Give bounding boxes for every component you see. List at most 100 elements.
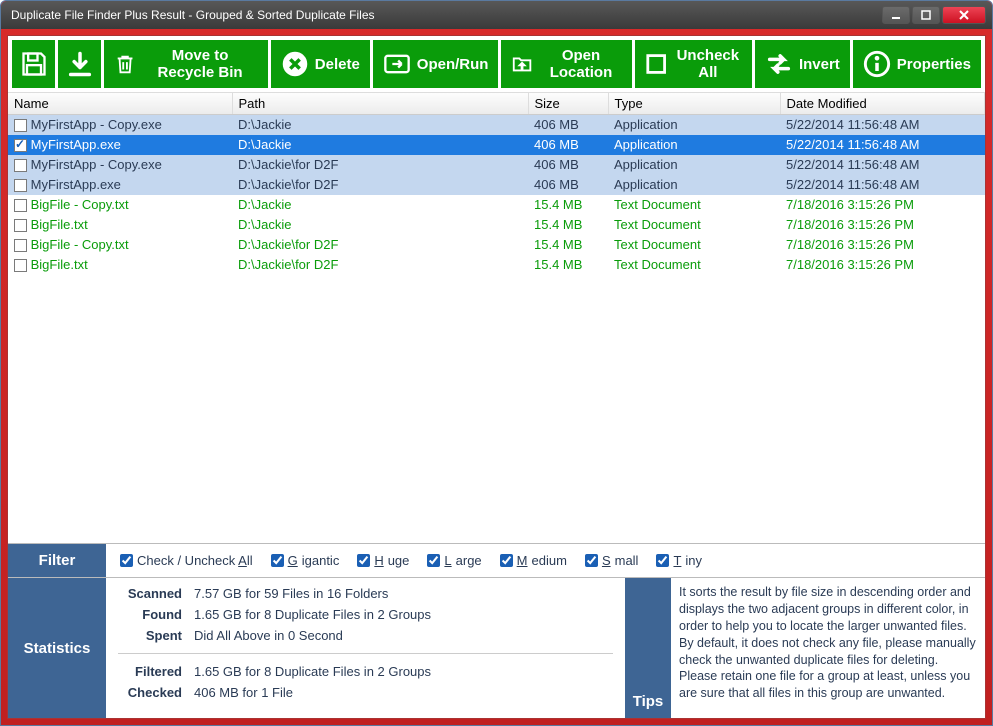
filter-small[interactable]: Small (585, 553, 639, 568)
row-checkbox[interactable] (14, 259, 27, 272)
row-checkbox[interactable] (14, 199, 27, 212)
load-button[interactable] (58, 40, 101, 88)
scanned-key: Scanned (118, 586, 182, 601)
col-size[interactable]: Size (528, 93, 608, 115)
cell-name: MyFirstApp.exe (27, 137, 121, 152)
cell-size: 406 MB (528, 115, 608, 135)
cell-type: Text Document (608, 195, 780, 215)
uncheck-icon (645, 50, 667, 78)
cell-name: MyFirstApp - Copy.exe (27, 157, 162, 172)
row-checkbox[interactable] (14, 239, 27, 252)
filter-gigantic[interactable]: Gigantic (271, 553, 340, 568)
row-checkbox[interactable] (14, 159, 27, 172)
cell-type: Text Document (608, 255, 780, 275)
open-button[interactable]: Open/Run (373, 40, 499, 88)
filter-huge[interactable]: Huge (357, 553, 409, 568)
table-row[interactable]: MyFirstApp - Copy.exeD:\Jackie406 MBAppl… (8, 115, 985, 135)
cell-type: Application (608, 155, 780, 175)
window-title: Duplicate File Finder Plus Result - Grou… (7, 8, 882, 22)
cell-size: 406 MB (528, 155, 608, 175)
tips-text: It sorts the result by file size in desc… (671, 578, 985, 718)
open-icon (383, 50, 411, 78)
open-label: Open/Run (417, 56, 489, 73)
check-uncheck-all[interactable]: Check / Uncheck All (120, 553, 253, 568)
filter-large[interactable]: Large (427, 553, 481, 568)
cell-type: Text Document (608, 235, 780, 255)
cell-date: 7/18/2016 3:15:26 PM (780, 195, 985, 215)
filtered-val: 1.65 GB for 8 Duplicate Files in 2 Group… (194, 664, 431, 679)
cell-type: Application (608, 175, 780, 195)
table-row[interactable]: BigFile.txtD:\Jackie\for D2F15.4 MBText … (8, 255, 985, 275)
properties-label: Properties (897, 56, 971, 73)
cell-name: BigFile.txt (27, 257, 88, 272)
filter-row: Filter Check / Uncheck All Gigantic Huge… (8, 544, 985, 578)
cell-path: D:\Jackie\for D2F (232, 155, 528, 175)
minimize-button[interactable] (882, 6, 910, 24)
col-name[interactable]: Name (8, 93, 232, 115)
download-icon (66, 50, 94, 78)
checked-val: 406 MB for 1 File (194, 685, 293, 700)
header-row: Name Path Size Type Date Modified (8, 93, 985, 115)
uncheck-label: Uncheck All (674, 47, 742, 81)
invert-icon (765, 50, 793, 78)
col-path[interactable]: Path (232, 93, 528, 115)
table-row[interactable]: MyFirstApp.exe D:\Jackie\for D2F406 MBApp… (8, 175, 985, 195)
row-checkbox[interactable] (14, 219, 27, 232)
cell-size: 15.4 MB (528, 255, 608, 275)
window-buttons (882, 6, 986, 24)
checked-key: Checked (118, 685, 182, 700)
table-row[interactable]: BigFile - Copy.txtD:\Jackie\for D2F15.4 … (8, 235, 985, 255)
cell-path: D:\Jackie\for D2F (232, 175, 528, 195)
cell-date: 7/18/2016 3:15:26 PM (780, 215, 985, 235)
table-row[interactable]: BigFile - Copy.txtD:\Jackie15.4 MBText D… (8, 195, 985, 215)
maximize-button[interactable] (912, 6, 940, 24)
invert-button[interactable]: Invert (755, 40, 850, 88)
cell-date: 7/18/2016 3:15:26 PM (780, 255, 985, 275)
trash-icon (114, 50, 136, 78)
spent-key: Spent (118, 628, 182, 643)
cell-path: D:\Jackie (232, 215, 528, 235)
recycle-button[interactable]: Move to Recycle Bin (104, 40, 268, 88)
properties-button[interactable]: Properties (853, 40, 981, 88)
invert-label: Invert (799, 56, 840, 73)
bottom-panel: Filter Check / Uncheck All Gigantic Huge… (8, 543, 985, 718)
delete-button[interactable]: Delete (271, 40, 370, 88)
table-row[interactable]: MyFirstApp.exeD:\Jackie406 MBApplication… (8, 135, 985, 155)
stats-label: Statistics (8, 578, 106, 718)
tips-label: Tips (625, 578, 671, 718)
results-grid[interactable]: Name Path Size Type Date Modified MyFirs… (8, 92, 985, 543)
delete-icon (281, 50, 309, 78)
table-row[interactable]: MyFirstApp - Copy.exe D:\Jackie\for D2F40… (8, 155, 985, 175)
cell-size: 406 MB (528, 175, 608, 195)
save-button[interactable] (12, 40, 55, 88)
filter-options: Check / Uncheck All Gigantic Huge Large … (106, 553, 702, 568)
scanned-val: 7.57 GB for 59 Files in 16 Folders (194, 586, 388, 601)
cell-size: 15.4 MB (528, 235, 608, 255)
cell-name: MyFirstApp.exe (27, 177, 121, 192)
titlebar[interactable]: Duplicate File Finder Plus Result - Grou… (1, 1, 992, 29)
cell-name: MyFirstApp - Copy.exe (27, 117, 162, 132)
filter-tiny[interactable]: Tiny (656, 553, 702, 568)
filtered-key: Filtered (118, 664, 182, 679)
row-checkbox[interactable] (14, 179, 27, 192)
cell-type: Text Document (608, 215, 780, 235)
close-button[interactable] (942, 6, 986, 24)
col-type[interactable]: Type (608, 93, 780, 115)
cell-date: 5/22/2014 11:56:48 AM (780, 115, 985, 135)
folder-icon (511, 50, 533, 78)
stats-body: Scanned 7.57 GB for 59 Files in 16 Folder… (106, 578, 625, 718)
content-frame: Move to Recycle Bin Delete Open/Run Open… (7, 35, 986, 719)
table-row[interactable]: BigFile.txtD:\Jackie15.4 MBText Document… (8, 215, 985, 235)
toolbar: Move to Recycle Bin Delete Open/Run Open… (8, 36, 985, 92)
save-icon (20, 50, 48, 78)
recycle-label: Move to Recycle Bin (142, 47, 257, 81)
cell-size: 15.4 MB (528, 195, 608, 215)
cell-date: 5/22/2014 11:56:48 AM (780, 135, 985, 155)
row-checkbox[interactable] (14, 119, 27, 132)
filter-medium[interactable]: Medium (500, 553, 567, 568)
location-button[interactable]: Open Location (501, 40, 632, 88)
cell-path: D:\Jackie (232, 115, 528, 135)
row-checkbox[interactable] (14, 139, 27, 152)
col-date[interactable]: Date Modified (780, 93, 985, 115)
uncheck-button[interactable]: Uncheck All (635, 40, 752, 88)
